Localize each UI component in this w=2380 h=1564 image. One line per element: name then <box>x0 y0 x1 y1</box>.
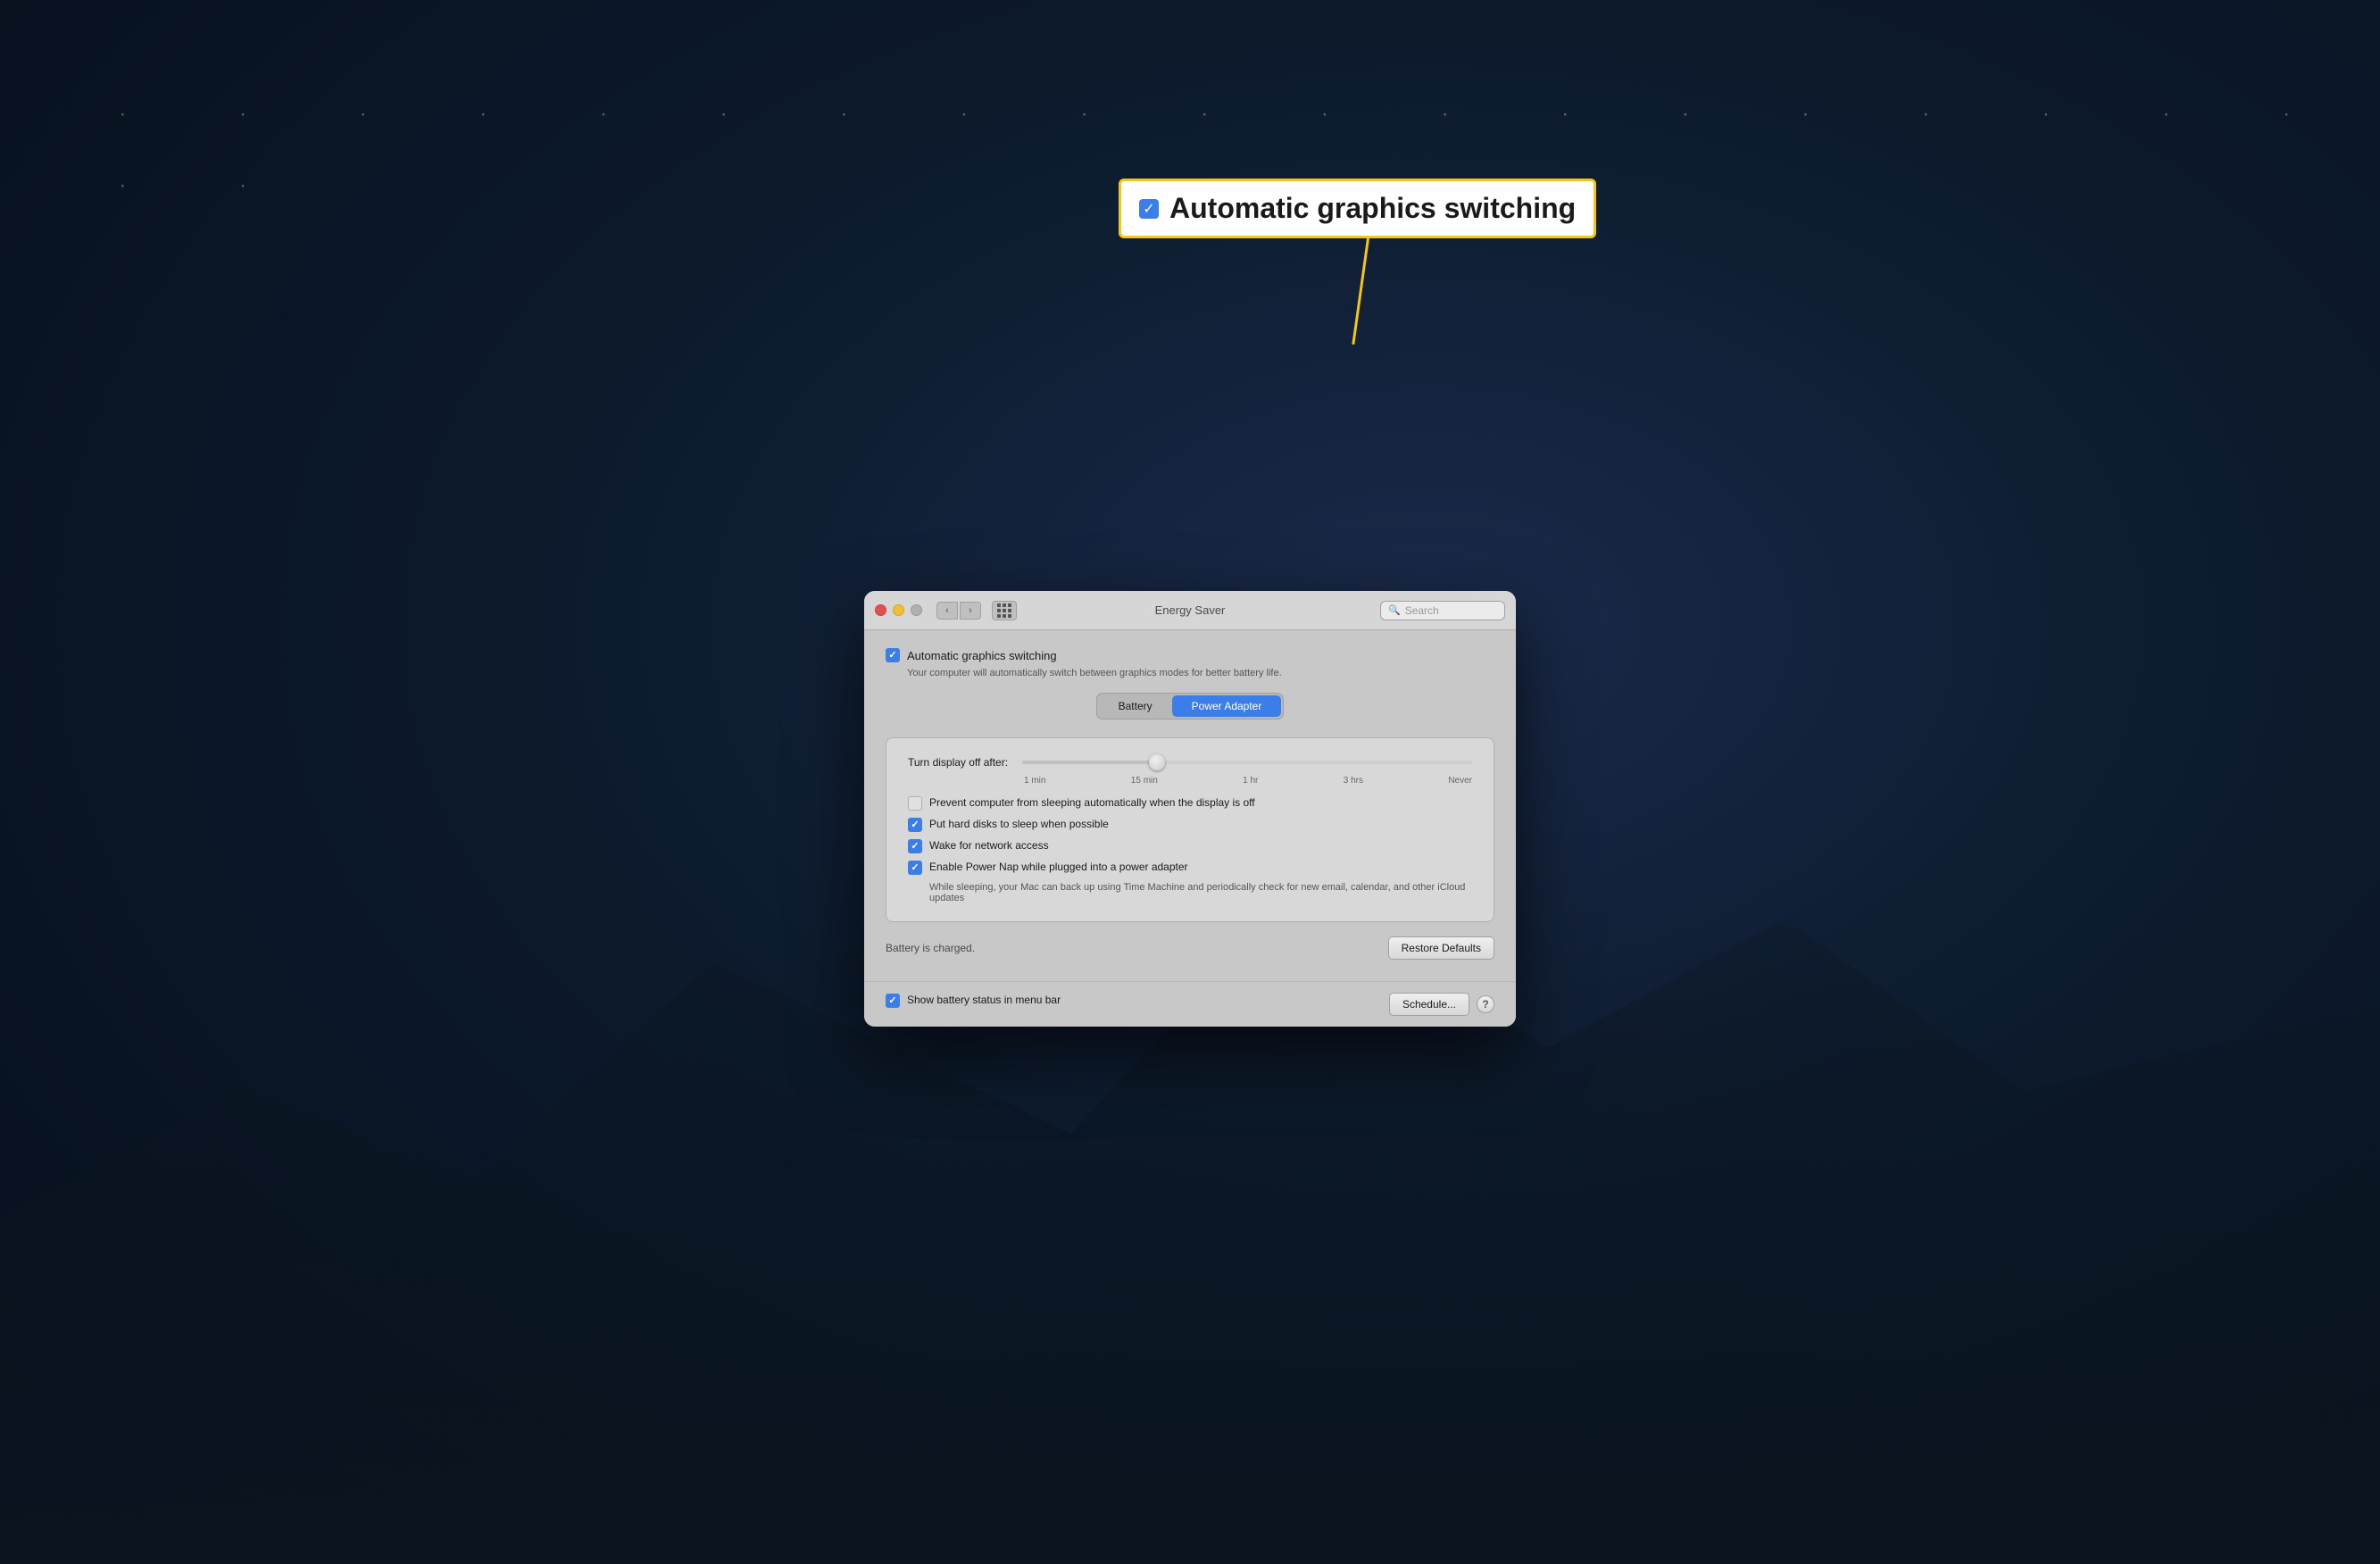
display-off-label: Turn display off after: <box>908 756 1008 769</box>
nav-buttons: ‹ › <box>936 602 981 620</box>
auto-graphics-label: Automatic graphics switching <box>907 649 1057 662</box>
energy-saver-window: ‹ › Energy Saver 🔍 Search ✓ Automatic gr… <box>864 591 1516 1027</box>
power-nap-row: ✓ Enable Power Nap while plugged into a … <box>908 861 1472 875</box>
schedule-button[interactable]: Schedule... <box>1389 993 1469 1016</box>
tick-15min: 15 min <box>1131 776 1158 786</box>
bottom-bar: Battery is charged. Restore Defaults <box>886 936 1494 963</box>
callout-arrow-line <box>1352 238 1369 345</box>
power-nap-label: Enable Power Nap while plugged into a po… <box>929 861 1188 873</box>
settings-panel: Turn display off after: 1 min 15 min 1 h… <box>886 737 1494 922</box>
segment-control: Battery Power Adapter <box>1096 693 1285 720</box>
content-area: ✓ Automatic graphics switching Your comp… <box>864 630 1516 981</box>
display-off-slider[interactable] <box>1022 761 1472 764</box>
battery-tab[interactable]: Battery <box>1099 695 1172 717</box>
restore-defaults-button[interactable]: Restore Defaults <box>1388 936 1494 960</box>
tick-1min: 1 min <box>1024 776 1045 786</box>
segment-container: Battery Power Adapter <box>886 693 1494 720</box>
maximize-button[interactable] <box>911 604 922 616</box>
prevent-sleep-label: Prevent computer from sleeping automatic… <box>929 796 1255 809</box>
grid-view-button[interactable] <box>992 601 1017 620</box>
hard-disks-label: Put hard disks to sleep when possible <box>929 818 1109 830</box>
wake-network-label: Wake for network access <box>929 839 1049 852</box>
titlebar: ‹ › Energy Saver 🔍 Search <box>864 591 1516 630</box>
checkmark-icon: ✓ <box>888 651 896 661</box>
footer-bar: ✓ Show battery status in menu bar Schedu… <box>864 981 1516 1027</box>
power-nap-item: ✓ Enable Power Nap while plugged into a … <box>908 861 1472 903</box>
power-adapter-tab[interactable]: Power Adapter <box>1172 695 1282 717</box>
wake-network-checkbox[interactable]: ✓ <box>908 839 922 853</box>
show-battery-label: Show battery status in menu bar <box>907 994 1061 1006</box>
tick-1hr: 1 hr <box>1243 776 1258 786</box>
slider-tick-labels: 1 min 15 min 1 hr 3 hrs Never <box>1024 776 1472 786</box>
callout-box: ✓ Automatic graphics switching <box>1119 179 1596 238</box>
search-icon: 🔍 <box>1388 604 1401 616</box>
display-slider-row: Turn display off after: <box>908 756 1472 769</box>
search-placeholder: Search <box>1405 604 1439 617</box>
window-title: Energy Saver <box>1155 603 1226 617</box>
show-battery-item: ✓ Show battery status in menu bar <box>886 994 1061 1008</box>
auto-graphics-row: ✓ Automatic graphics switching <box>886 648 1494 662</box>
hard-disks-item: ✓ Put hard disks to sleep when possible <box>908 818 1472 832</box>
slider-thumb[interactable] <box>1149 754 1165 770</box>
auto-graphics-description: Your computer will automatically switch … <box>907 668 1494 678</box>
prevent-sleep-checkbox[interactable] <box>908 796 922 811</box>
power-nap-description: While sleeping, your Mac can back up usi… <box>929 882 1472 903</box>
auto-graphics-checkbox[interactable]: ✓ <box>886 648 900 662</box>
callout-checkbox-icon: ✓ <box>1139 199 1159 219</box>
back-button[interactable]: ‹ <box>936 602 958 620</box>
callout-annotation: ✓ Automatic graphics switching <box>1119 179 1596 238</box>
grid-icon <box>997 603 1011 618</box>
power-nap-checkbox[interactable]: ✓ <box>908 861 922 875</box>
traffic-lights <box>875 604 922 616</box>
hard-disks-checkbox[interactable]: ✓ <box>908 818 922 832</box>
tick-3hrs: 3 hrs <box>1344 776 1363 786</box>
forward-button[interactable]: › <box>960 602 981 620</box>
battery-status: Battery is charged. <box>886 942 975 954</box>
callout-label: Automatic graphics switching <box>1169 192 1576 225</box>
close-button[interactable] <box>875 604 886 616</box>
wake-network-item: ✓ Wake for network access <box>908 839 1472 853</box>
help-button[interactable]: ? <box>1477 995 1494 1013</box>
search-box[interactable]: 🔍 Search <box>1380 601 1505 620</box>
minimize-button[interactable] <box>893 604 904 616</box>
prevent-sleep-item: Prevent computer from sleeping automatic… <box>908 796 1472 811</box>
tick-never: Never <box>1448 776 1472 786</box>
show-battery-checkbox[interactable]: ✓ <box>886 994 900 1008</box>
